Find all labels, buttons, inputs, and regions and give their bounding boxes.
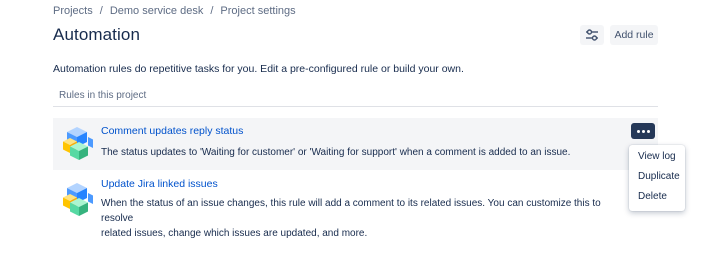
- menu-item-duplicate[interactable]: Duplicate: [629, 167, 685, 187]
- breadcrumb-separator: /: [210, 5, 214, 17]
- rule-row-comment-updates-reply-status[interactable]: Comment updates reply status The status …: [53, 118, 658, 170]
- cubes-icon: [63, 127, 93, 160]
- add-rule-button[interactable]: Add rule: [610, 25, 658, 45]
- page-description: Automation rules do repetitive tasks for…: [53, 63, 464, 75]
- menu-item-delete[interactable]: Delete: [629, 187, 685, 207]
- rules-section-label: Rules in this project: [59, 90, 147, 101]
- rule-title-link[interactable]: Update Jira linked issues: [101, 178, 218, 190]
- rule-description-line: When the status of an issue changes, thi…: [101, 198, 601, 224]
- page-title: Automation: [53, 25, 140, 44]
- rule-actions-menu: View log Duplicate Delete: [629, 145, 685, 211]
- rule-row-update-jira-linked-issues[interactable]: Update Jira linked issues When the statu…: [53, 174, 658, 239]
- settings-button[interactable]: [580, 25, 604, 45]
- rule-description-line: related issues, change which issues are …: [101, 228, 368, 239]
- menu-item-view-log[interactable]: View log: [629, 147, 685, 167]
- more-dot: [646, 129, 650, 133]
- cubes-icon: [63, 183, 93, 216]
- rule-title-link[interactable]: Comment updates reply status: [101, 125, 243, 137]
- breadcrumb-demo-service-desk[interactable]: Demo service desk: [110, 5, 204, 17]
- sliders-icon: [586, 29, 598, 41]
- breadcrumb-separator: /: [99, 5, 103, 17]
- rule-description: When the status of an issue changes, thi…: [101, 196, 621, 241]
- breadcrumb-project-settings[interactable]: Project settings: [220, 5, 295, 17]
- more-dot: [641, 129, 645, 133]
- rule-description: The status updates to 'Waiting for custo…: [101, 147, 571, 158]
- more-actions-button[interactable]: [631, 123, 655, 139]
- breadcrumb: Projects / Demo service desk / Project s…: [53, 5, 296, 17]
- breadcrumb-projects[interactable]: Projects: [53, 5, 93, 17]
- more-dot: [636, 129, 640, 133]
- section-divider: [53, 106, 658, 107]
